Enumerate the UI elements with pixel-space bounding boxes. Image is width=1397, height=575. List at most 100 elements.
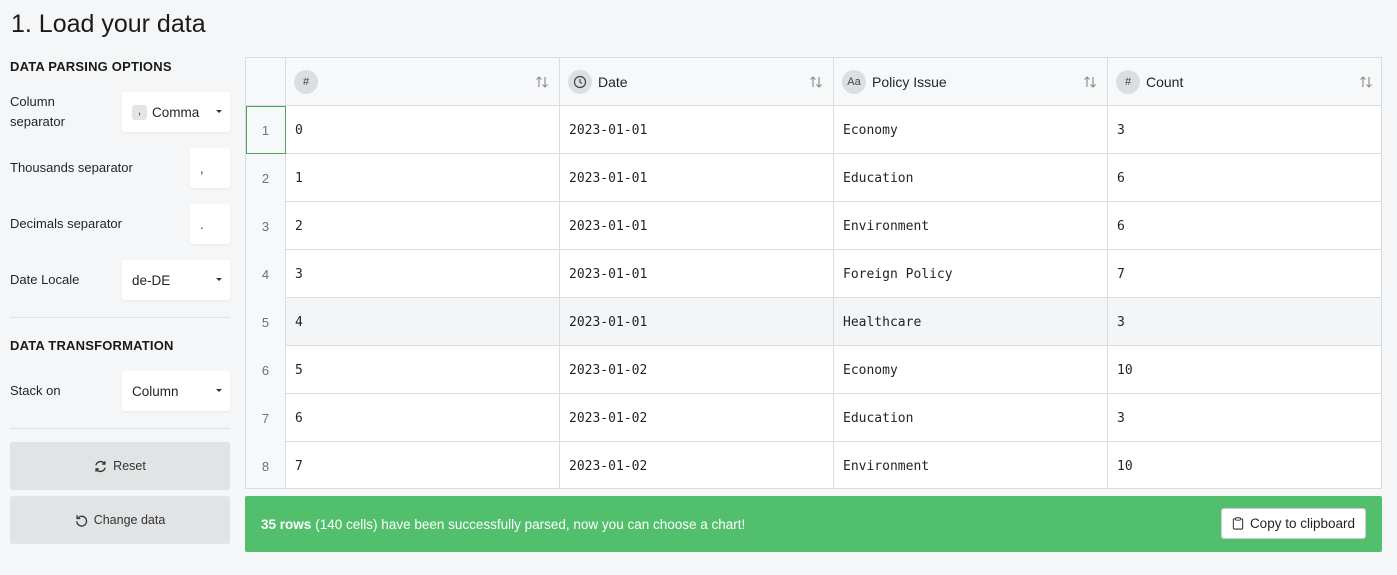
stack-on-label: Stack on xyxy=(10,383,61,398)
table-cell[interactable]: 2023-01-01 xyxy=(560,106,834,154)
sort-icon[interactable] xyxy=(1083,75,1097,89)
table-cell[interactable]: 3 xyxy=(1108,106,1381,154)
table-cell[interactable]: Education xyxy=(834,154,1108,202)
column-header-policy-issue[interactable]: Aa Policy Issue xyxy=(834,58,1108,106)
clock-icon xyxy=(568,70,592,94)
table-cell[interactable]: 10 xyxy=(1108,346,1381,394)
table-cell[interactable]: Healthcare xyxy=(834,298,1108,346)
table-row: 1 0 2023-01-01 Economy 3 xyxy=(246,106,1381,154)
table-cell[interactable]: 2023-01-02 xyxy=(560,346,834,394)
change-data-label: Change data xyxy=(93,513,166,527)
thousands-separator-label: Thousands separator xyxy=(10,160,133,175)
sort-icon[interactable] xyxy=(1359,75,1373,89)
table-cell[interactable]: 2023-01-01 xyxy=(560,154,834,202)
copy-to-clipboard-button[interactable]: Copy to clipboard xyxy=(1220,508,1366,539)
row-number-header xyxy=(246,58,286,106)
table-cell[interactable]: 3 xyxy=(286,250,560,298)
table-cell[interactable]: 6 xyxy=(286,394,560,442)
table-cell[interactable]: 7 xyxy=(1108,250,1381,298)
table-cell[interactable]: Foreign Policy xyxy=(834,250,1108,298)
column-separator-label: Column separator xyxy=(10,94,65,129)
row-number[interactable]: 5 xyxy=(246,298,286,346)
table-cell[interactable]: 2023-01-01 xyxy=(560,250,834,298)
table-cell[interactable]: 10 xyxy=(1108,442,1381,488)
column-header-label: Date xyxy=(598,74,628,90)
table-row: 2 1 2023-01-01 Education 6 xyxy=(246,154,1381,202)
column-header-index[interactable]: # # xyxy=(286,58,560,106)
table-cell[interactable]: Environment xyxy=(834,442,1108,488)
sort-icon[interactable] xyxy=(535,75,549,89)
reset-label: Reset xyxy=(113,459,146,473)
table-cell[interactable]: Economy xyxy=(834,346,1108,394)
separator-chip: , xyxy=(132,104,147,120)
table-cell[interactable]: 5 xyxy=(286,346,560,394)
thousands-separator-input[interactable]: , xyxy=(190,148,230,188)
copy-label: Copy to clipboard xyxy=(1249,516,1355,531)
page-title: 1. Load your data xyxy=(11,10,206,38)
row-number[interactable]: 4 xyxy=(246,250,286,298)
row-number[interactable]: 6 xyxy=(246,346,286,394)
sort-icon[interactable] xyxy=(809,75,823,89)
row-number[interactable]: 7 xyxy=(246,394,286,442)
decimals-separator-row: Decimals separator . xyxy=(10,204,230,244)
data-grid: # # Date Aa Policy Issue # Count 102023-… xyxy=(245,57,1382,489)
table-cell[interactable]: 2023-01-02 xyxy=(560,442,834,488)
reset-button[interactable]: Reset xyxy=(10,442,230,490)
grid-header: # # Date Aa Policy Issue # Count xyxy=(246,58,1381,106)
change-data-button[interactable]: Change data xyxy=(10,496,230,544)
number-type-icon: # xyxy=(1116,70,1140,94)
decimals-separator-label: Decimals separator xyxy=(10,216,122,231)
status-message: (140 cells) have been successfully parse… xyxy=(315,516,746,532)
parsing-options-title: DATA PARSING OPTIONS xyxy=(10,59,172,74)
column-header-count[interactable]: # Count xyxy=(1108,58,1381,106)
table-row: 3 2 2023-01-01 Environment 6 xyxy=(246,202,1381,250)
table-cell[interactable]: 6 xyxy=(1108,202,1381,250)
undo-icon xyxy=(75,514,87,527)
date-locale-select[interactable]: de-DE xyxy=(122,260,230,300)
table-cell[interactable]: Environment xyxy=(834,202,1108,250)
column-header-date[interactable]: Date xyxy=(560,58,834,106)
table-cell[interactable]: Education xyxy=(834,394,1108,442)
stack-on-value: Column xyxy=(132,383,179,399)
row-number[interactable]: 2 xyxy=(246,154,286,202)
column-separator-select[interactable]: , Comma xyxy=(122,92,230,132)
table-cell[interactable]: 4 xyxy=(286,298,560,346)
transformation-title: DATA TRANSFORMATION xyxy=(10,338,174,353)
date-locale-row: Date Locale de-DE xyxy=(10,260,230,300)
table-cell[interactable]: 6 xyxy=(1108,154,1381,202)
chevron-down-icon xyxy=(216,389,222,392)
table-cell[interactable]: Economy xyxy=(834,106,1108,154)
table-cell[interactable]: 0 xyxy=(286,106,560,154)
column-header-label: Policy Issue xyxy=(872,74,947,90)
column-header-label: Count xyxy=(1146,74,1184,90)
chevron-down-icon xyxy=(216,278,222,281)
column-separator-row: Column separator , Comma xyxy=(10,92,230,132)
table-cell[interactable]: 3 xyxy=(1108,298,1381,346)
table-row: 7 6 2023-01-02 Education 3 xyxy=(246,394,1381,442)
table-cell[interactable]: 2023-01-01 xyxy=(560,298,834,346)
row-number[interactable]: 3 xyxy=(246,202,286,250)
divider xyxy=(10,317,230,318)
table-cell[interactable]: 7 xyxy=(286,442,560,488)
stack-on-select[interactable]: Column xyxy=(122,371,230,411)
table-cell[interactable]: 2 xyxy=(286,202,560,250)
table-cell[interactable]: 2023-01-01 xyxy=(560,202,834,250)
table-cell[interactable]: 1 xyxy=(286,154,560,202)
table-row: 8 7 2023-01-02 Environment 10 xyxy=(246,442,1381,488)
divider xyxy=(10,428,230,429)
chevron-down-icon xyxy=(216,110,222,113)
table-cell[interactable]: 3 xyxy=(1108,394,1381,442)
table-row: 6 5 2023-01-02 Economy 10 xyxy=(246,346,1381,394)
status-rows-count: 35 rows xyxy=(261,516,312,532)
thousands-separator-row: Thousands separator , xyxy=(10,148,230,188)
row-number[interactable]: 8 xyxy=(246,442,286,488)
table-row: 5 4 2023-01-01 Healthcare 3 xyxy=(246,298,1381,346)
row-number[interactable]: 1 xyxy=(246,106,286,154)
text-type-icon: Aa xyxy=(842,70,866,94)
number-type-icon: # xyxy=(294,70,318,94)
decimals-separator-input[interactable]: . xyxy=(190,204,230,244)
table-cell[interactable]: 2023-01-02 xyxy=(560,394,834,442)
stack-on-row: Stack on Column xyxy=(10,371,230,411)
date-locale-label: Date Locale xyxy=(10,272,80,287)
parse-status-bar: 35 rows (140 cells) have been successful… xyxy=(245,496,1382,552)
